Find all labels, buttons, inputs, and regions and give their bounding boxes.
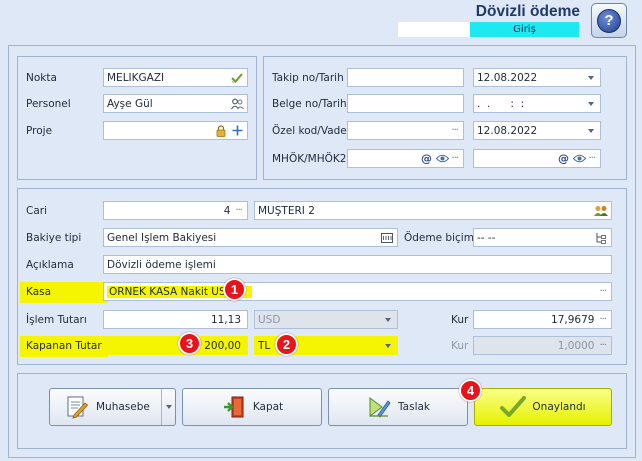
cari-name-field[interactable]: MÜŞTERİ 2	[254, 201, 612, 220]
mhok2-field[interactable]: @ ···	[473, 149, 601, 168]
cari-code-field[interactable]: 4 ···	[103, 201, 248, 220]
muhasebe-dropdown[interactable]	[161, 389, 175, 425]
kapanan-value: 200,00	[204, 339, 241, 352]
muhasebe-button[interactable]: Muhasebe	[49, 388, 176, 426]
nokta-label: Nokta	[26, 72, 57, 84]
vade-date-field[interactable]: 12.08.2022	[473, 121, 601, 140]
ozel-kod-field[interactable]: ···	[347, 121, 464, 140]
step-badge-2: 2	[275, 333, 298, 356]
chevron-down-icon[interactable]	[588, 101, 594, 106]
people-icon[interactable]	[230, 97, 244, 111]
islem-field[interactable]: 11,13	[103, 310, 248, 329]
proje-field[interactable]	[103, 121, 248, 140]
at-icon[interactable]: @	[556, 152, 570, 166]
ozel-label: Özel kod/Vade	[272, 125, 347, 137]
islem-currency-value: USD	[258, 313, 281, 326]
checkmark-icon	[500, 394, 527, 420]
aciklama-value: Dövizli ödeme işlemi	[107, 258, 216, 271]
kur-label: Kur	[451, 314, 469, 326]
chevron-down-icon[interactable]	[588, 128, 594, 133]
personel-value: Ayşe Gül	[107, 97, 153, 110]
eye-icon[interactable]	[435, 152, 449, 166]
kapat-button[interactable]: Kapat	[182, 388, 322, 426]
kapanan-label: Kapanan Tutar	[26, 340, 102, 352]
tree-icon[interactable]	[594, 231, 608, 245]
calculator-icon[interactable]	[380, 231, 394, 245]
lock-icon[interactable]	[214, 124, 228, 138]
ellipsis-icon[interactable]: ···	[449, 125, 460, 136]
odeme-label: Ödeme biçimi	[404, 232, 477, 244]
nokta-value: MELİKGAZİ	[107, 71, 165, 84]
door-icon	[221, 394, 247, 420]
belge-date-value: . . : :	[477, 97, 525, 110]
nokta-field[interactable]: MELİKGAZİ	[103, 68, 248, 87]
cari-name-value: MÜŞTERİ 2	[258, 204, 315, 217]
page-title: Dövizli ödeme	[475, 3, 580, 20]
kasa-label: Kasa	[26, 286, 52, 298]
check-icon[interactable]	[230, 71, 244, 85]
bakiye-label: Bakiye tipi	[26, 232, 82, 244]
kapat-label: Kapat	[252, 401, 284, 413]
cari-label: Cari	[26, 205, 47, 217]
onaylandi-button[interactable]: Onaylandı	[474, 388, 612, 426]
chevron-down-icon[interactable]	[385, 343, 391, 348]
belge-no-field[interactable]	[347, 94, 464, 113]
muhasebe-label: Muhasebe	[96, 401, 150, 413]
cari-icon[interactable]	[594, 204, 608, 218]
personel-label: Personel	[26, 98, 71, 110]
step-badge-4: 4	[459, 379, 482, 402]
bakiye-field[interactable]: Genel İşlem Bakiyesi	[103, 228, 398, 247]
step-badge-3: 3	[178, 332, 201, 355]
notebook-icon	[64, 394, 90, 420]
vade-date-value: 12.08.2022	[477, 124, 538, 137]
kur2-value: 1,0000	[557, 339, 595, 352]
mode-spacer	[398, 22, 470, 37]
takip-date-field[interactable]: 12.08.2022	[473, 68, 601, 87]
taslak-label: Taslak	[397, 401, 430, 413]
takip-date-value: 12.08.2022	[477, 71, 538, 84]
aciklama-label: Açıklama	[26, 259, 74, 271]
mode-badge: Giriş	[470, 22, 579, 37]
kur2-label: Kur	[451, 340, 469, 352]
draft-icon	[366, 394, 392, 420]
kasa-field[interactable]: ÖRNEK KASA Nakit USD ···	[103, 282, 612, 301]
cari-code-value: 4	[223, 204, 231, 217]
kur2-field[interactable]: 1,0000 ···	[473, 336, 612, 355]
mhok-label: MHÖK/MHÖK2	[272, 153, 347, 165]
plus-icon[interactable]	[230, 124, 244, 138]
islem-value: 11,13	[210, 313, 241, 326]
aciklama-field[interactable]: Dövizli ödeme işlemi	[103, 255, 612, 274]
belge-label: Belge no/Tarih	[272, 98, 347, 110]
help-icon: ?	[597, 8, 621, 33]
ellipsis-icon[interactable]: ···	[449, 153, 460, 164]
kur-field[interactable]: 17,9679 ···	[473, 310, 612, 329]
kapanan-field[interactable]: 200,00	[103, 336, 248, 355]
at-icon[interactable]: @	[419, 152, 433, 166]
takip-no-field[interactable]	[347, 68, 464, 87]
step-badge-1: 1	[223, 278, 246, 301]
personel-field[interactable]: Ayşe Gül	[103, 94, 248, 113]
odeme-value: -- --	[477, 231, 496, 244]
ellipsis-icon[interactable]: ···	[597, 314, 608, 325]
islem-currency-select[interactable]: USD	[254, 310, 398, 329]
taslak-button[interactable]: Taslak	[328, 388, 468, 426]
bakiye-value: Genel İşlem Bakiyesi	[107, 231, 217, 244]
ellipsis-icon[interactable]: ···	[597, 286, 608, 297]
odeme-field[interactable]: -- --	[473, 228, 612, 247]
ellipsis-icon[interactable]: ···	[233, 205, 244, 216]
belge-date-field[interactable]: . . : :	[473, 94, 601, 113]
eye-icon[interactable]	[572, 152, 586, 166]
chevron-down-icon[interactable]	[385, 317, 391, 322]
proje-label: Proje	[26, 125, 53, 137]
ellipsis-icon[interactable]: ···	[586, 153, 597, 164]
kur-value: 17,9679	[551, 313, 595, 326]
chevron-down-icon[interactable]	[588, 75, 594, 80]
onaylandi-label: Onaylandı	[532, 401, 586, 413]
chevron-down-icon	[165, 405, 172, 409]
ellipsis-icon[interactable]: ···	[597, 340, 608, 351]
islem-label: İşlem Tutarı	[26, 314, 87, 326]
help-button[interactable]: ?	[591, 3, 627, 38]
mhok1-field[interactable]: @ ···	[347, 149, 464, 168]
takip-label: Takip no/Tarih	[272, 72, 344, 84]
